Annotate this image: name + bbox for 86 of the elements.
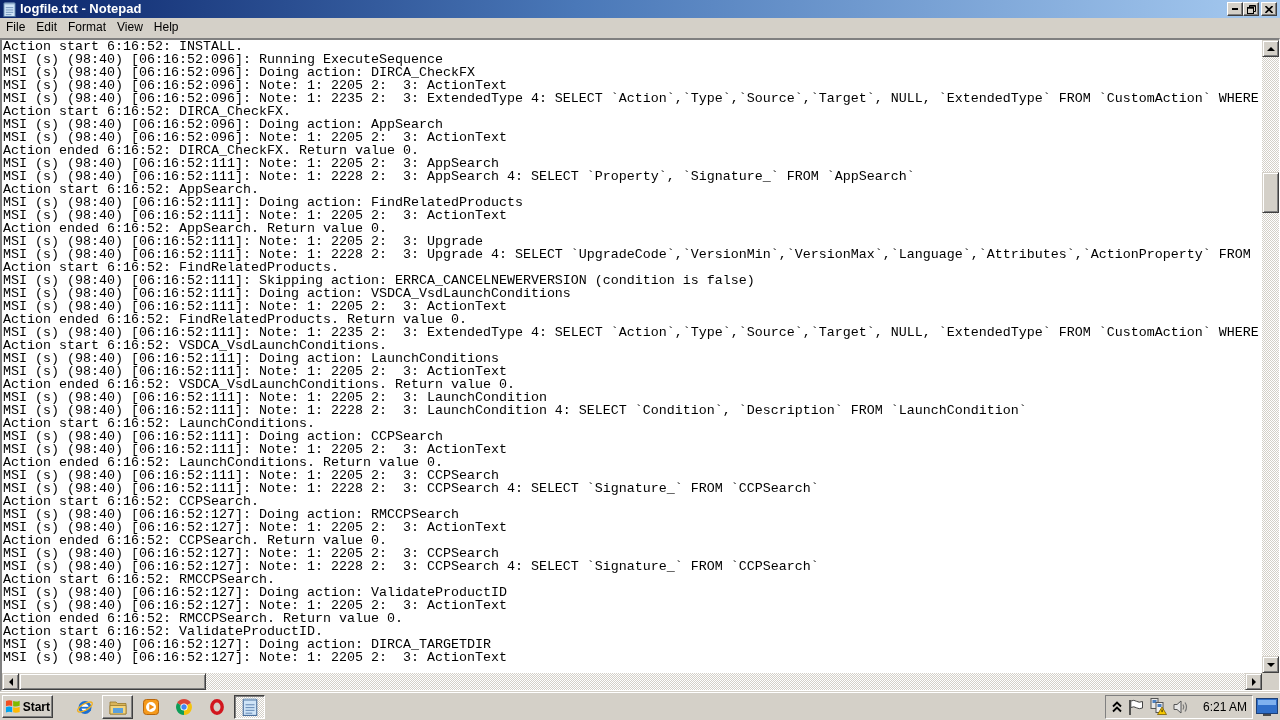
log-line: MSI (s) (98:40) [06:16:52:096]: Doing action: DIRCA_CheckFX [3, 66, 475, 79]
minimize-icon [1232, 8, 1238, 10]
window-title: logfile.txt - Notepad [20, 1, 142, 17]
flag-icon[interactable] [1127, 698, 1144, 715]
scroll-left-button[interactable] [2, 673, 19, 690]
scroll-thumb[interactable] [19, 673, 206, 690]
log-line: MSI (s) (98:40) [06:16:52:127]: Note: 1: 2205 2: 3: ActionText [3, 651, 507, 664]
log-line: Action ended 6:16:52: AppSearch. Return value 0. [3, 222, 387, 235]
play-icon [142, 698, 159, 715]
caret-up-icon [1266, 46, 1275, 51]
log-line: MSI (s) (98:40) [06:16:52:096]: Note: 1: 2235 2: 3: ExtendedType 4: SELECT `Action`,`Type`,`Source`,`Target`, NULL, `ExtendedType` FROM `CustomAction` WHERE [3, 92, 1259, 105]
start-button[interactable]: Start [2, 695, 53, 718]
log-line: MSI (s) (98:40) [06:16:52:127]: Note: 1: 2228 2: 3: CCPSearch 4: SELECT `Signature_` FROM `CCPSearch` [3, 560, 819, 573]
scroll-right-button[interactable] [1245, 673, 1262, 690]
text-area[interactable] [2, 40, 1262, 673]
log-line: Action ended 6:16:52: LaunchConditions. Return value 0. [3, 456, 443, 469]
log-line: MSI (s) (98:40) [06:16:52:127]: Note: 1: 2205 2: 3: CCPSearch [3, 547, 499, 560]
log-line: MSI (s) (98:40) [06:16:52:111]: Note: 1: 2228 2: 3: CCPSearch 4: SELECT `Signature_` FROM `CCPSearch` [3, 482, 819, 495]
scroll-down-button[interactable] [1262, 656, 1279, 673]
log-line: MSI (s) (98:40) [06:16:52:111]: Doing action: LaunchConditions [3, 352, 499, 365]
restore-icon [1246, 4, 1256, 14]
log-line: MSI (s) (98:40) [06:16:52:111]: Skipping action: ERRCA_CANCELNEWERVERSION (condition is false) [3, 274, 755, 287]
menu-item[interactable]: View [112, 19, 148, 36]
log-line: Action start 6:16:52: AppSearch. [3, 183, 259, 196]
computer-warning-icon[interactable] [1149, 698, 1167, 715]
log-line: MSI (s) (98:40) [06:16:52:111]: Note: 1: 2235 2: 3: ExtendedType 4: SELECT `Action`,`Type`,`Source`,`Target`, NULL, `ExtendedType` FROM `CustomAction` WHERE [3, 326, 1259, 339]
notepad-icon [240, 697, 259, 716]
log-line: Action start 6:16:52: FindRelatedProducts. [3, 261, 339, 274]
log-line: MSI (s) (98:40) [06:16:52:111]: Note: 1: 2205 2: 3: AppSearch [3, 157, 499, 170]
log-line: Action start 6:16:52: CCPSearch. [3, 495, 259, 508]
log-line: MSI (s) (98:40) [06:16:52:111]: Note: 1: 2228 2: 3: LaunchCondition 4: SELECT `Condition`, `Description` FROM `LaunchCondition` [3, 404, 1027, 417]
log-line: MSI (s) (98:40) [06:16:52:096]: Note: 1: 2205 2: 3: ActionText [3, 79, 507, 92]
log-line: Action ended 6:16:52: RMCCPSearch. Return value 0. [3, 612, 403, 625]
log-line: Action start 6:16:52: RMCCPSearch. [3, 573, 275, 586]
close-icon [1265, 5, 1273, 13]
log-line: Action ended 6:16:52: VSDCA_VsdLaunchConditions. Return value 0. [3, 378, 515, 391]
log-line: MSI (s) (98:40) [06:16:52:111]: Note: 1: 2205 2: 3: ActionText [3, 443, 507, 456]
log-line: MSI (s) (98:40) [06:16:52:111]: Note: 1: 2228 2: 3: AppSearch 4: SELECT `Property`, `Signature_` FROM `AppSearch` [3, 170, 915, 183]
log-line: MSI (s) (98:40) [06:16:52:111]: Note: 1: 2205 2: 3: CCPSearch [3, 469, 499, 482]
restore-button[interactable] [1243, 2, 1259, 16]
log-line: MSI (s) (98:40) [06:16:52:111]: Note: 1: 2205 2: 3: ActionText [3, 365, 507, 378]
minimize-button[interactable] [1227, 2, 1243, 16]
log-line: MSI (s) (98:40) [06:16:52:096]: Note: 1: 2205 2: 3: ActionText [3, 131, 507, 144]
log-line: MSI (s) (98:40) [06:16:52:111]: Doing action: CCPSearch [3, 430, 443, 443]
log-line: MSI (s) (98:40) [06:16:52:096]: Doing action: AppSearch [3, 118, 443, 131]
menu-item[interactable]: File [1, 19, 31, 36]
menu-item[interactable]: Help [148, 19, 184, 36]
log-line: Action ended 6:16:52: FindRelatedProducts. Return value 0. [3, 313, 467, 326]
circle-logo-icon [175, 698, 192, 715]
caret-down-icon [1266, 662, 1275, 667]
scroll-thumb[interactable] [1262, 172, 1279, 213]
log-line: Action ended 6:16:52: DIRCA_CheckFX. Return value 0. [3, 144, 419, 157]
ring-icon [209, 698, 224, 715]
speaker-icon[interactable] [1172, 698, 1189, 715]
folder-icon [108, 698, 127, 715]
log-line: MSI (s) (98:40) [06:16:52:111]: Note: 1: 2205 2: 3: Upgrade [3, 235, 483, 248]
log-line: MSI (s) (98:40) [06:16:52:111]: Note: 1: 2205 2: 3: LaunchCondition [3, 391, 547, 404]
log-line: Action start 6:16:52: VSDCA_VsdLaunchConditions. [3, 339, 387, 352]
start-logo-icon [5, 699, 21, 714]
log-line: MSI (s) (98:40) [06:16:52:127]: Doing action: RMCCPSearch [3, 508, 459, 521]
menu-item[interactable]: Edit [31, 19, 63, 36]
taskbar-button[interactable] [234, 694, 265, 719]
clock[interactable]: 6:21 AM [1202, 699, 1247, 714]
log-line: Action start 6:16:52: ValidateProductID. [3, 625, 323, 638]
notepad-icon [2, 1, 17, 17]
log-line: MSI (s) (98:40) [06:16:52:111]: Doing action: VSDCA_VsdLaunchConditions [3, 287, 571, 300]
log-line: MSI (s) (98:40) [06:16:52:127]: Doing action: DIRCA_TARGETDIR [3, 638, 491, 651]
chevron-up-icon[interactable] [1111, 700, 1122, 713]
caret-left-icon [8, 677, 13, 686]
log-line: MSI (s) (98:40) [06:16:52:111]: Note: 1: 2205 2: 3: ActionText [3, 209, 507, 222]
log-line: Action ended 6:16:52: CCPSearch. Return value 0. [3, 534, 387, 547]
log-line: MSI (s) (98:40) [06:16:52:111]: Doing action: FindRelatedProducts [3, 196, 523, 209]
log-line: MSI (s) (98:40) [06:16:52:111]: Note: 1: 2228 2: 3: Upgrade 4: SELECT `UpgradeCode`,`VersionMin`,`VersionMax`,`Language`,`Attributes`,`ActionProperty` FROM [3, 248, 1251, 261]
log-line: MSI (s) (98:40) [06:16:52:127]: Doing action: ValidateProductID [3, 586, 507, 599]
log-line: Action start 6:16:52: LaunchConditions. [3, 417, 315, 430]
log-line: MSI (s) (98:40) [06:16:52:127]: Note: 1: 2205 2: 3: ActionText [3, 599, 507, 612]
scroll-up-button[interactable] [1262, 40, 1279, 57]
menu-item[interactable]: Format [63, 19, 112, 36]
close-button[interactable] [1261, 2, 1277, 16]
log-line: MSI (s) (98:40) [06:16:52:127]: Note: 1: 2205 2: 3: ActionText [3, 521, 507, 534]
log-line: MSI (s) (98:40) [06:16:52:111]: Note: 1: 2205 2: 3: ActionText [3, 300, 507, 313]
log-line: Action start 6:16:52: INSTALL. [3, 40, 243, 53]
log-line: MSI (s) (98:40) [06:16:52:096]: Running ExecuteSequence [3, 53, 443, 66]
log-line: Action start 6:16:52: DIRCA_CheckFX. [3, 105, 291, 118]
show-desktop-icon[interactable] [1256, 696, 1278, 717]
caret-right-icon [1251, 677, 1256, 686]
